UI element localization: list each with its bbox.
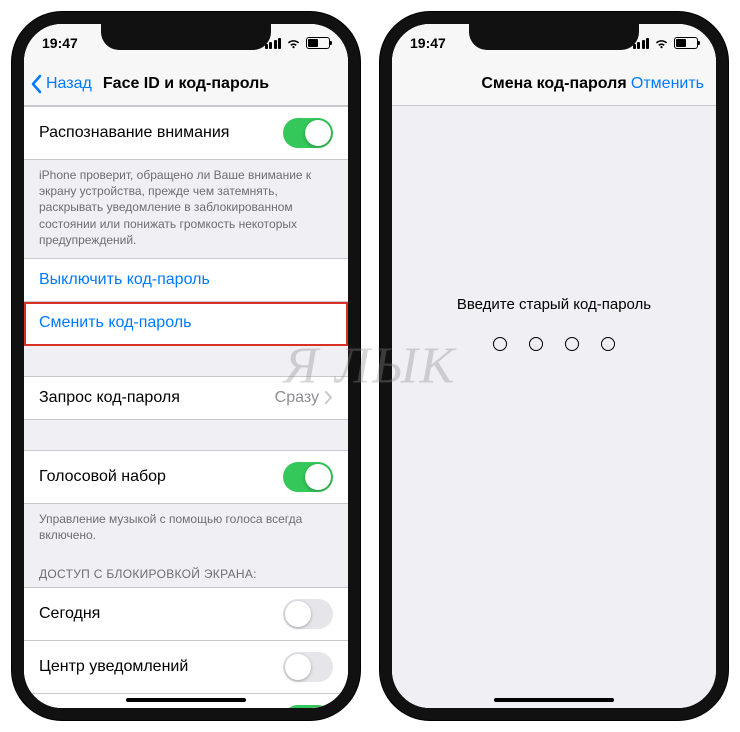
status-time: 19:47 [42,35,78,51]
lock-access-row[interactable]: Сегодня [24,587,348,641]
cancel-button[interactable]: Отменить [631,75,704,93]
passcode-dot [529,337,543,351]
turn-off-label: Выключить код-пароль [39,271,210,289]
lock-access-header: ДОСТУП С БЛОКИРОВКОЙ ЭКРАНА: [24,553,348,587]
passcode-entry: Введите старый код-пароль [392,106,716,708]
notch [469,22,639,50]
back-label: Назад [46,75,92,93]
require-value: Сразу [275,389,319,407]
home-indicator[interactable] [494,698,614,702]
passcode-dots[interactable] [493,337,615,351]
passcode-dot [565,337,579,351]
lock-access-label: Сегодня [39,605,100,623]
attention-footer: iPhone проверит, обращено ли Ваше вниман… [24,160,348,258]
require-passcode-row[interactable]: Запрос код-пароля Сразу [24,376,348,420]
wifi-icon [654,37,669,49]
wifi-icon [286,37,301,49]
lock-access-toggle[interactable] [283,705,333,708]
phone-left: 19:47 Назад Face ID и код-пароль Распозн… [12,12,360,720]
chevron-left-icon [30,74,42,94]
voice-dial-row[interactable]: Голосовой набор [24,450,348,504]
change-passcode[interactable]: Сменить код-пароль [24,302,348,346]
passcode-dot [601,337,615,351]
chevron-right-icon [325,391,333,404]
lock-access-toggle[interactable] [283,599,333,629]
nav-bar: Назад Face ID и код-пароль [24,62,348,106]
lock-access-toggle[interactable] [283,652,333,682]
voice-dial-label: Голосовой набор [39,468,166,486]
lock-access-label: Центр уведомлений [39,658,188,676]
back-button[interactable]: Назад [30,74,92,94]
turn-off-passcode[interactable]: Выключить код-пароль [24,258,348,302]
home-indicator[interactable] [126,698,246,702]
battery-icon [674,37,698,49]
phone-right: 19:47 Смена код-пароля Отменить Введите … [380,12,728,720]
lock-access-row[interactable]: Центр уведомлений [24,641,348,694]
attention-label: Распознавание внимания [39,124,229,142]
passcode-prompt: Введите старый код-пароль [457,296,651,313]
attention-toggle[interactable] [283,118,333,148]
battery-icon [306,37,330,49]
voice-dial-toggle[interactable] [283,462,333,492]
passcode-dot [493,337,507,351]
change-label: Сменить код-пароль [39,314,191,332]
require-label: Запрос код-пароля [39,389,180,407]
status-time: 19:47 [410,35,446,51]
notch [101,22,271,50]
attention-row[interactable]: Распознавание внимания [24,106,348,160]
voice-dial-footer: Управление музыкой с помощью голоса всег… [24,504,348,553]
settings-list[interactable]: Распознавание внимания iPhone проверит, … [24,106,348,708]
nav-bar: Смена код-пароля Отменить [392,62,716,106]
